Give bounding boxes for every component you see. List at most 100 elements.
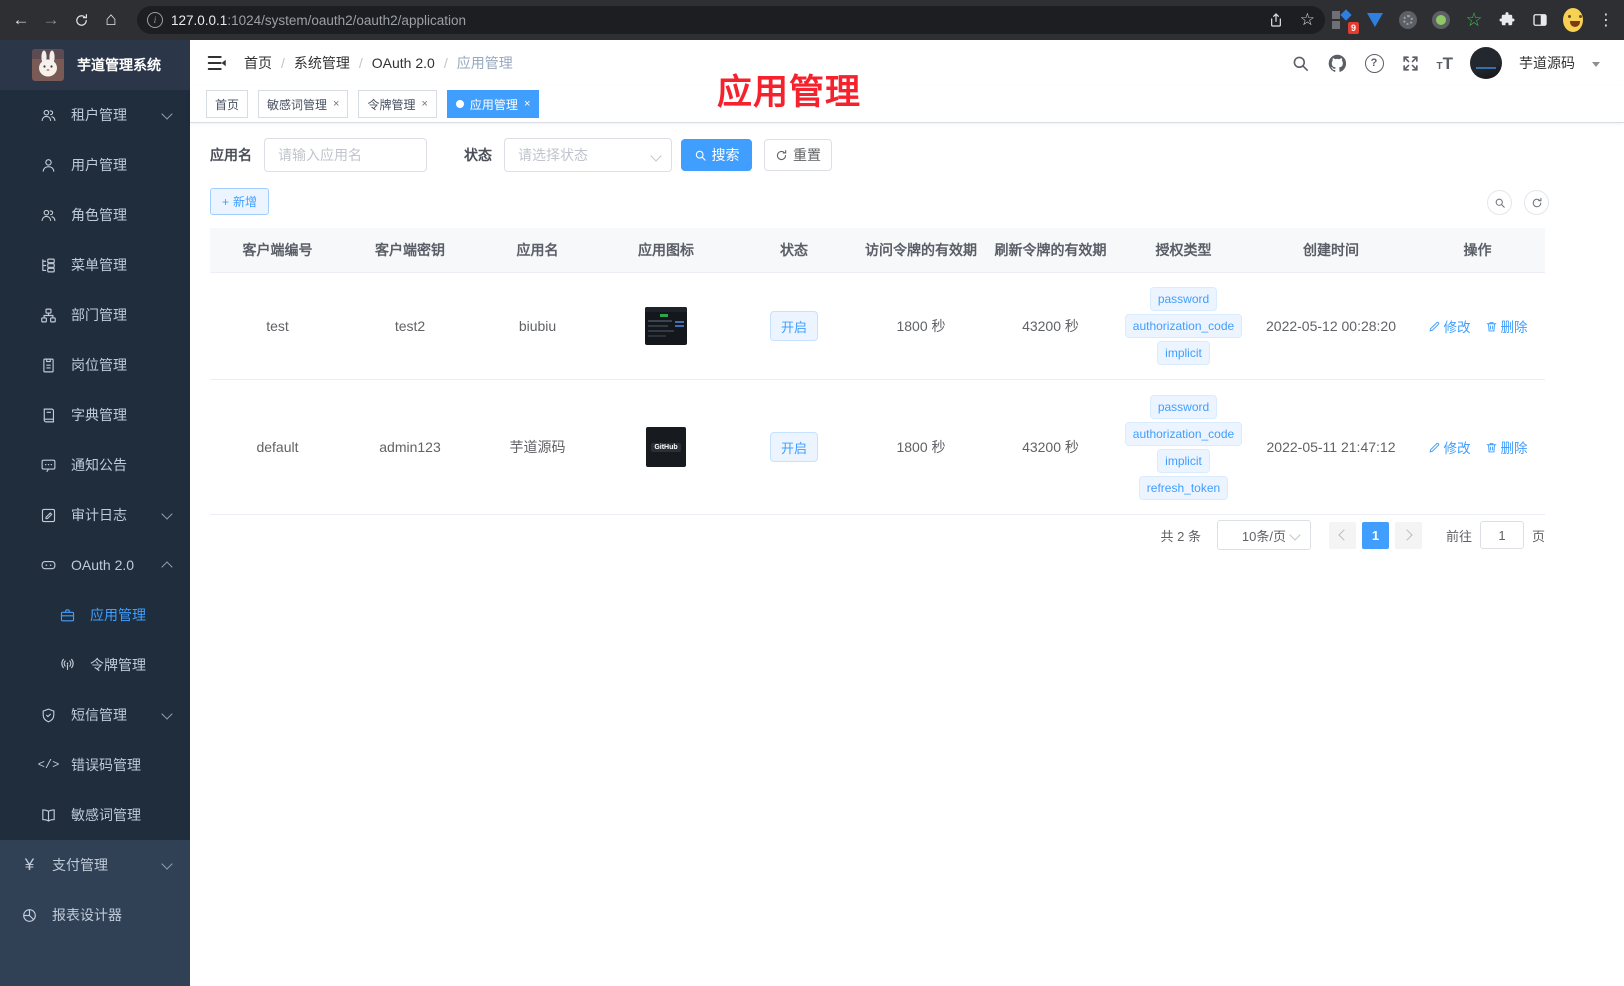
search-icon[interactable] — [1291, 54, 1310, 73]
menu-label: 应用管理 — [90, 607, 146, 623]
sidebar-item-pay-mgmt[interactable]: ¥ 支付管理 — [0, 840, 190, 890]
fullscreen-icon[interactable] — [1401, 54, 1420, 73]
app-name-label: 应用名 — [210, 147, 252, 163]
ext-diamond — [1340, 9, 1352, 21]
trash-icon — [1485, 320, 1498, 333]
address-bar[interactable]: i 127.0.0.1:1024/system/oauth2/oauth2/ap… — [137, 6, 1325, 34]
dots-glyph: ⋮ — [1598, 12, 1614, 29]
toggle-search-button[interactable] — [1487, 190, 1512, 215]
sidebar-item-oauth2[interactable]: OAuth 2.0 — [0, 540, 190, 590]
github-logo-text: GitHub — [651, 442, 681, 452]
sidebar-item-post-mgmt[interactable]: 岗位管理 — [0, 340, 190, 390]
sidebar-item-report-designer[interactable]: 报表设计器 — [0, 890, 190, 940]
delete-button[interactable]: 删除 — [1485, 316, 1528, 336]
sidebar-item-user-mgmt[interactable]: 用户管理 — [0, 140, 190, 190]
prev-page-button[interactable] — [1328, 521, 1356, 549]
cell-grant-types: password authorization_code implicit ref… — [1115, 380, 1252, 514]
next-page-button[interactable] — [1394, 521, 1422, 549]
help-icon[interactable]: ? — [1364, 53, 1384, 73]
app-logo-header[interactable]: 芋道管理系统 — [0, 40, 190, 90]
app-name-input[interactable] — [264, 138, 427, 172]
browser-back-button[interactable]: ← — [6, 5, 36, 35]
current-page-button[interactable]: 1 — [1361, 521, 1389, 549]
sidebar-item-dict-mgmt[interactable]: 字典管理 — [0, 390, 190, 440]
delete-button[interactable]: 删除 — [1485, 437, 1528, 457]
reset-button[interactable]: 重置 — [764, 139, 832, 171]
navbar-actions: ? TT 芋道源码 — [1291, 47, 1624, 79]
edit-button[interactable]: 修改 — [1428, 437, 1471, 457]
goto-page-input[interactable] — [1479, 521, 1524, 549]
menu-label: 令牌管理 — [90, 657, 146, 673]
close-icon[interactable]: × — [333, 98, 339, 110]
hamburger-icon[interactable] — [206, 52, 228, 74]
header-refresh-token-validity: 刷新令牌的有效期 — [994, 242, 1107, 258]
side-panel-icon[interactable] — [1530, 10, 1550, 30]
cell-grant-types: password authorization_code implicit — [1115, 273, 1252, 379]
close-icon[interactable]: × — [524, 98, 530, 110]
search-button[interactable]: 搜索 — [681, 139, 752, 171]
sidebar-item-audit-log[interactable]: 审计日志 — [0, 490, 190, 540]
page-size-select[interactable]: 10条/页 — [1216, 520, 1311, 550]
extension-star-icon[interactable]: ☆ — [1464, 10, 1484, 30]
users-icon — [40, 207, 57, 224]
sidebar-item-errcode-mgmt[interactable]: </> 错误码管理 — [0, 740, 190, 790]
open-book-icon — [40, 807, 57, 824]
menu-label: 报表设计器 — [52, 907, 122, 923]
announcement-icon — [40, 457, 57, 474]
breadcrumb-home[interactable]: 首页 — [244, 53, 272, 73]
tab-application-mgmt[interactable]: 应用管理 × — [446, 90, 540, 118]
top-navbar: 首页 / 系统管理 / OAuth 2.0 / 应用管理 ? TT 芋道源码 — [190, 40, 1624, 87]
reset-label: 重置 — [793, 147, 821, 163]
site-info-icon[interactable]: i — [147, 12, 163, 28]
tab-home[interactable]: 首页 — [206, 90, 249, 118]
chevron-down-icon — [161, 707, 173, 720]
browser-menu-icon[interactable]: ⋮ — [1596, 10, 1616, 30]
menu-label: 短信管理 — [71, 707, 127, 723]
bookmark-star-icon[interactable]: ☆ — [1300, 10, 1315, 30]
sidebar-item-sms-mgmt[interactable]: 短信管理 — [0, 690, 190, 740]
cell-client-secret: admin123 — [379, 439, 441, 455]
extension-record-icon[interactable] — [1431, 10, 1451, 30]
extension-tabs-icon[interactable]: 9 — [1332, 9, 1359, 34]
profile-avatar[interactable] — [1563, 8, 1583, 32]
share-icon[interactable] — [1268, 12, 1284, 28]
breadcrumb-system[interactable]: 系统管理 — [294, 53, 350, 73]
sidebar-item-tenant-mgmt[interactable]: 租户管理 — [0, 90, 190, 140]
add-button[interactable]: + 新增 — [210, 188, 270, 215]
cell-status: 开启 — [732, 380, 856, 514]
caret-down-icon[interactable] — [1592, 62, 1600, 67]
browser-forward-button[interactable]: → — [36, 5, 66, 35]
goto-page: 前往 页 — [1446, 521, 1545, 549]
cell-actions: 修改 删除 — [1410, 273, 1545, 379]
shield-icon — [40, 707, 57, 724]
browser-home-button[interactable]: ⌂ — [96, 5, 126, 35]
username[interactable]: 芋道源码 — [1519, 53, 1575, 73]
header-app-name: 应用名 — [516, 242, 559, 258]
github-icon[interactable] — [1327, 53, 1348, 74]
breadcrumb-oauth2[interactable]: OAuth 2.0 — [372, 55, 435, 71]
extensions-puzzle-icon[interactable] — [1497, 10, 1517, 30]
sidebar-item-sensitive-words[interactable]: 敏感词管理 — [0, 790, 190, 840]
user-avatar[interactable] — [1470, 47, 1502, 79]
sidebar-item-application-mgmt[interactable]: 应用管理 — [0, 590, 190, 640]
applications-table: 客户端编号 客户端密钥 应用名 应用图标 状态 访问令牌的有效期 刷新令牌的有效… — [210, 228, 1545, 515]
browser-reload-button[interactable] — [66, 5, 96, 35]
sidebar-item-token-mgmt[interactable]: 令牌管理 — [0, 640, 190, 690]
signal-icon — [59, 657, 76, 674]
tab-token-mgmt[interactable]: 令牌管理 × — [358, 90, 437, 118]
status-select[interactable]: 请选择状态 — [504, 138, 672, 172]
sidebar-item-menu-mgmt[interactable]: 菜单管理 — [0, 240, 190, 290]
edit-button[interactable]: 修改 — [1428, 316, 1471, 336]
refresh-icon — [1531, 197, 1543, 209]
extension-gem-icon[interactable] — [1365, 10, 1385, 30]
sidebar-item-dept-mgmt[interactable]: 部门管理 — [0, 290, 190, 340]
tab-sensitive-words[interactable]: 敏感词管理 × — [258, 90, 349, 118]
font-size-icon[interactable]: TT — [1437, 55, 1454, 72]
close-icon[interactable]: × — [421, 98, 427, 110]
refresh-table-button[interactable] — [1524, 190, 1549, 215]
sidebar-item-role-mgmt[interactable]: 角色管理 — [0, 190, 190, 240]
sidebar-item-notice[interactable]: 通知公告 — [0, 440, 190, 490]
menu-label: 支付管理 — [52, 857, 108, 873]
badge-icon — [40, 357, 57, 374]
extension-circle-icon[interactable] — [1398, 10, 1418, 30]
